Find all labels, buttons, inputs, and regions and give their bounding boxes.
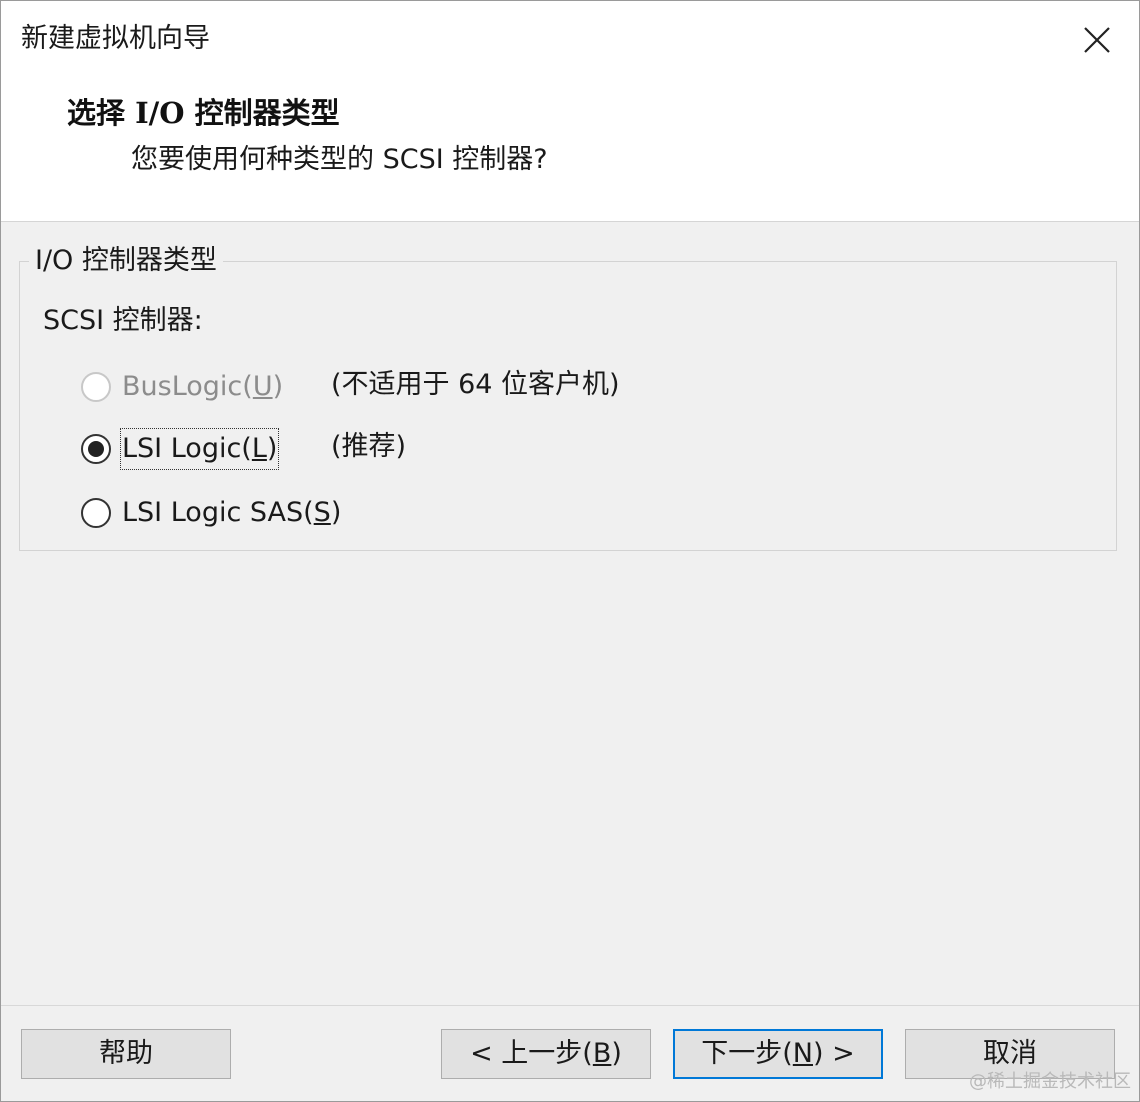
radio-buslogic[interactable]: BusLogic(U) <box>81 365 283 409</box>
radio-buslogic-note: (不适用于 64 位客户机) <box>331 369 620 400</box>
next-button[interactable]: 下一步(N) > <box>673 1029 883 1079</box>
page-heading: 选择 I/O 控制器类型 <box>67 96 340 130</box>
radio-lsi-logic-sas-circle[interactable] <box>81 498 111 528</box>
wizard-header: 新建虚拟机向导 选择 I/O 控制器类型 您要使用何种类型的 SCSI 控制器? <box>1 1 1139 222</box>
radio-lsi-logic-sas[interactable]: LSI Logic SAS(S) <box>81 491 341 535</box>
radio-lsi-logic-label: LSI Logic(L) <box>119 428 280 470</box>
watermark-text: @稀土掘金技术社区 <box>969 1071 1131 1092</box>
radio-selected-dot <box>88 441 104 457</box>
scsi-controller-label: SCSI 控制器: <box>43 305 203 336</box>
footer-separator <box>1 1005 1139 1006</box>
window-title: 新建虚拟机向导 <box>21 23 210 54</box>
radio-lsi-logic-sas-label: LSI Logic SAS(S) <box>122 497 342 528</box>
radio-lsi-logic-circle[interactable] <box>81 434 111 464</box>
wizard-window: 新建虚拟机向导 选择 I/O 控制器类型 您要使用何种类型的 SCSI 控制器?… <box>0 0 1140 1102</box>
radio-buslogic-label: BusLogic(U) <box>122 371 284 402</box>
radio-lsi-logic-note: (推荐) <box>331 431 407 462</box>
page-subheading: 您要使用何种类型的 SCSI 控制器? <box>131 144 548 175</box>
help-button[interactable]: 帮助 <box>21 1029 231 1079</box>
group-legend: I/O 控制器类型 <box>29 241 223 281</box>
back-button[interactable]: < 上一步(B) <box>441 1029 651 1079</box>
close-icon <box>1084 27 1110 53</box>
radio-buslogic-circle[interactable] <box>81 372 111 402</box>
close-button[interactable] <box>1069 15 1125 65</box>
radio-lsi-logic[interactable]: LSI Logic(L) <box>81 427 280 471</box>
